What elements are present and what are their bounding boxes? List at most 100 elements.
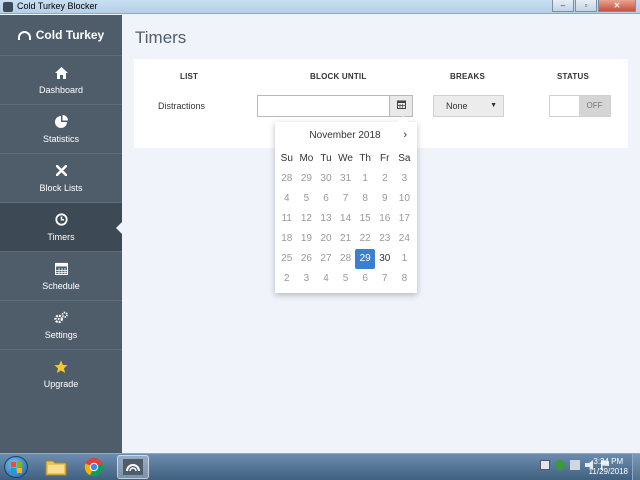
taskbar: 3:24 PM 11/29/2018 (0, 453, 640, 480)
calendar-day[interactable]: 30 (375, 249, 395, 269)
chrome-icon (84, 458, 104, 477)
taskbar-clock[interactable]: 3:24 PM 11/29/2018 (589, 457, 628, 477)
breaks-select[interactable]: None ▼ (433, 95, 504, 117)
calendar-day[interactable]: 28 (336, 249, 356, 269)
start-button[interactable] (4, 456, 28, 478)
calendar-day[interactable]: 21 (336, 229, 356, 249)
calendar-day[interactable]: 25 (277, 249, 297, 269)
calendar-day[interactable]: 14 (336, 209, 356, 229)
keyboard-icon[interactable] (540, 460, 550, 470)
taskbar-cold-turkey[interactable] (117, 455, 149, 479)
sidebar-item-label: Schedule (42, 280, 80, 291)
calendar-day[interactable]: 22 (355, 229, 375, 249)
calendar-day[interactable]: 16 (375, 209, 395, 229)
calendar-day[interactable]: 2 (277, 269, 297, 289)
weekday-header: Su (280, 153, 293, 164)
sidebar-item-schedule[interactable]: Schedule (0, 251, 122, 300)
show-desktop-button[interactable] (632, 454, 640, 480)
calendar-day[interactable]: 1 (355, 169, 375, 189)
taskbar-chrome[interactable] (78, 455, 110, 479)
calendar-day[interactable]: 6 (355, 269, 375, 289)
windows-logo-icon (11, 462, 22, 473)
calendar-day[interactable]: 12 (297, 209, 317, 229)
calendar-day[interactable]: 7 (336, 189, 356, 209)
sidebar-item-timers[interactable]: Timers (0, 202, 122, 251)
sidebar-item-label: Dashboard (38, 84, 84, 95)
calendar-day[interactable]: 11 (277, 209, 297, 229)
calendar-button[interactable] (389, 95, 413, 117)
sidebar-item-dashboard[interactable]: Dashboard (0, 55, 122, 104)
calendar-day[interactable]: 4 (277, 189, 297, 209)
next-month-button[interactable]: › (403, 129, 407, 141)
sidebar-item-settings[interactable]: Settings (0, 300, 122, 349)
sidebar-item-block-lists[interactable]: Block Lists (0, 153, 122, 202)
maximize-button[interactable]: ▫ (575, 0, 597, 12)
brand-name: Cold Turkey (35, 28, 105, 42)
list-name: Distractions (158, 101, 206, 111)
calendar-day[interactable]: 5 (336, 269, 356, 289)
block-until-input[interactable] (257, 95, 390, 117)
calendar-day[interactable]: 18 (277, 229, 297, 249)
calendar-day[interactable]: 24 (395, 229, 415, 249)
calendar-day[interactable]: 15 (355, 209, 375, 229)
pie-chart-icon (54, 115, 68, 129)
calendar-day[interactable]: 29 (297, 169, 317, 189)
star-icon (54, 360, 68, 374)
close-button[interactable]: ✕ (598, 0, 636, 12)
datepicker-grid: Su Mo Tu We Th Fr Sa 28 29 30 31 1 2 3 4 5 6 7 8 9 10 11 12 13 1… (277, 149, 414, 289)
calendar-day[interactable]: 23 (375, 229, 395, 249)
calendar-day[interactable]: 3 (395, 169, 415, 189)
datepicker-month[interactable]: November 2018 (275, 130, 415, 141)
status-toggle[interactable]: OFF (549, 95, 611, 117)
calendar-day[interactable]: 27 (316, 249, 336, 269)
turkey-logo-icon (123, 459, 143, 475)
minimize-button[interactable]: – (552, 0, 574, 12)
sidebar: Cold Turkey Dashboard Statistics Block L… (0, 15, 122, 453)
calendar-day[interactable]: 4 (316, 269, 336, 289)
sidebar-item-upgrade[interactable]: Upgrade (0, 349, 122, 398)
sidebar-item-label: Settings (44, 329, 78, 340)
calendar-day[interactable]: 26 (297, 249, 317, 269)
calendar-day[interactable]: 17 (395, 209, 415, 229)
window-title: Cold Turkey Blocker (17, 1, 98, 11)
weekday-header: Tu (320, 153, 332, 164)
column-header-list: LIST (180, 72, 199, 81)
calendar-day[interactable]: 9 (375, 189, 395, 209)
calendar-day[interactable]: 10 (395, 189, 415, 209)
sidebar-item-statistics[interactable]: Statistics (0, 104, 122, 153)
status-toggle-label: OFF (579, 96, 610, 116)
calendar-day[interactable]: 13 (316, 209, 336, 229)
calendar-day[interactable]: 2 (375, 169, 395, 189)
column-header-breaks: BREAKS (450, 72, 485, 81)
calendar-icon (54, 262, 68, 276)
sidebar-item-label: Upgrade (43, 378, 79, 389)
weekday-header: Th (359, 153, 371, 164)
calendar-day[interactable]: 28 (277, 169, 297, 189)
taskbar-explorer[interactable] (40, 455, 72, 479)
breaks-select-value: None (446, 101, 468, 111)
calendar-day[interactable]: 30 (316, 169, 336, 189)
calendar-day[interactable]: 19 (297, 229, 317, 249)
calendar-day[interactable]: 6 (316, 189, 336, 209)
home-icon (54, 66, 68, 80)
calendar-day[interactable]: 7 (375, 269, 395, 289)
calendar-day[interactable]: 3 (297, 269, 317, 289)
window-controls: – ▫ ✕ (551, 0, 636, 12)
sidebar-item-label: Block Lists (39, 182, 83, 193)
calendar-day[interactable]: 5 (297, 189, 317, 209)
weekday-header: Fr (380, 153, 390, 164)
calendar-day[interactable]: 1 (395, 249, 415, 269)
weekday-header: We (338, 153, 353, 164)
clock-date: 11/29/2018 (588, 467, 628, 476)
calendar-day-selected[interactable]: 29 (355, 249, 375, 269)
caret-down-icon: ▼ (490, 102, 497, 109)
calendar-day[interactable]: 8 (395, 269, 415, 289)
security-icon[interactable] (555, 460, 565, 470)
sidebar-item-label: Statistics (42, 133, 79, 144)
column-header-status: STATUS (557, 72, 590, 81)
calendar-day[interactable]: 20 (316, 229, 336, 249)
calendar-day[interactable]: 8 (355, 189, 375, 209)
network-icon[interactable] (570, 460, 580, 470)
app-icon (3, 2, 13, 12)
calendar-day[interactable]: 31 (336, 169, 356, 189)
